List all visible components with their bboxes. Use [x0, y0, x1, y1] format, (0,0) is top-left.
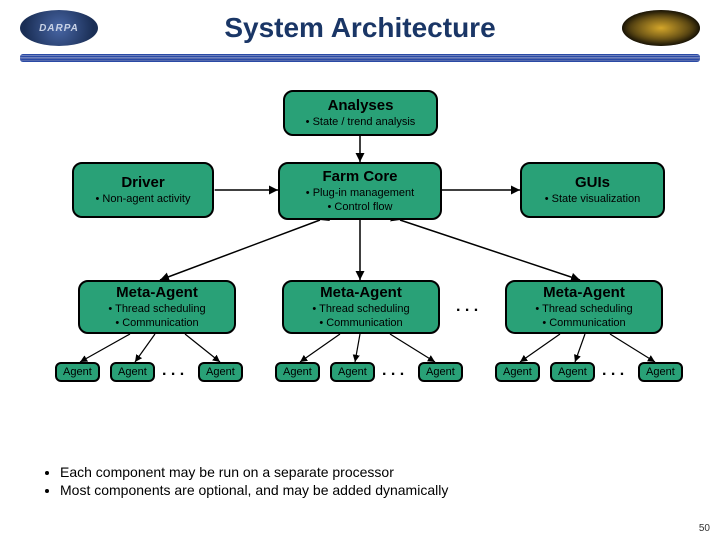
- agent-box: Agent: [495, 362, 540, 382]
- agent-box: Agent: [275, 362, 320, 382]
- meta3-sub: • Thread scheduling • Communication: [513, 303, 655, 329]
- architecture-diagram: Analyses • State / trend analysis Driver…: [0, 62, 720, 462]
- agent-ellipsis: . . .: [602, 362, 624, 380]
- farmcore-node: Farm Core • Plug-in management • Control…: [278, 162, 442, 220]
- page-title: System Architecture: [98, 12, 622, 44]
- meta2-title: Meta-Agent: [290, 284, 432, 301]
- agent-box: Agent: [418, 362, 463, 382]
- agent-ellipsis: . . .: [382, 362, 404, 380]
- guis-sub: • State visualization: [528, 193, 657, 206]
- bullet-item: Most components are optional, and may be…: [60, 482, 680, 498]
- meta3-title: Meta-Agent: [513, 284, 655, 301]
- agent-ellipsis: . . .: [162, 362, 184, 380]
- farmcore-title: Farm Core: [286, 168, 434, 185]
- right-logo: [622, 10, 700, 46]
- meta-agent-3-node: Meta-Agent • Thread scheduling • Communi…: [505, 280, 663, 334]
- agent-box: Agent: [330, 362, 375, 382]
- farmcore-sub: • Plug-in management • Control flow: [286, 187, 434, 213]
- guis-title: GUIs: [528, 174, 657, 191]
- agent-box: Agent: [638, 362, 683, 382]
- agent-box: Agent: [198, 362, 243, 382]
- page-number: 50: [699, 523, 710, 534]
- analyses-sub: • State / trend analysis: [291, 116, 430, 129]
- driver-title: Driver: [80, 174, 206, 191]
- driver-node: Driver • Non-agent activity: [72, 162, 214, 218]
- header-divider: [20, 54, 700, 62]
- agent-box: Agent: [550, 362, 595, 382]
- analyses-title: Analyses: [291, 97, 430, 114]
- analyses-node: Analyses • State / trend analysis: [283, 90, 438, 136]
- guis-node: GUIs • State visualization: [520, 162, 665, 218]
- meta1-sub: • Thread scheduling • Communication: [86, 303, 228, 329]
- bullet-item: Each component may be run on a separate …: [60, 464, 680, 480]
- agent-box: Agent: [55, 362, 100, 382]
- agent-box: Agent: [110, 362, 155, 382]
- meta2-sub: • Thread scheduling • Communication: [290, 303, 432, 329]
- meta-agent-2-node: Meta-Agent • Thread scheduling • Communi…: [282, 280, 440, 334]
- meta-agent-1-node: Meta-Agent • Thread scheduling • Communi…: [78, 280, 236, 334]
- meta-ellipsis: . . .: [456, 298, 478, 316]
- driver-sub: • Non-agent activity: [80, 193, 206, 206]
- darpa-logo: DARPA: [20, 10, 98, 46]
- bullet-list: Each component may be run on a separate …: [0, 464, 720, 498]
- darpa-logo-text: DARPA: [39, 23, 79, 34]
- meta1-title: Meta-Agent: [86, 284, 228, 301]
